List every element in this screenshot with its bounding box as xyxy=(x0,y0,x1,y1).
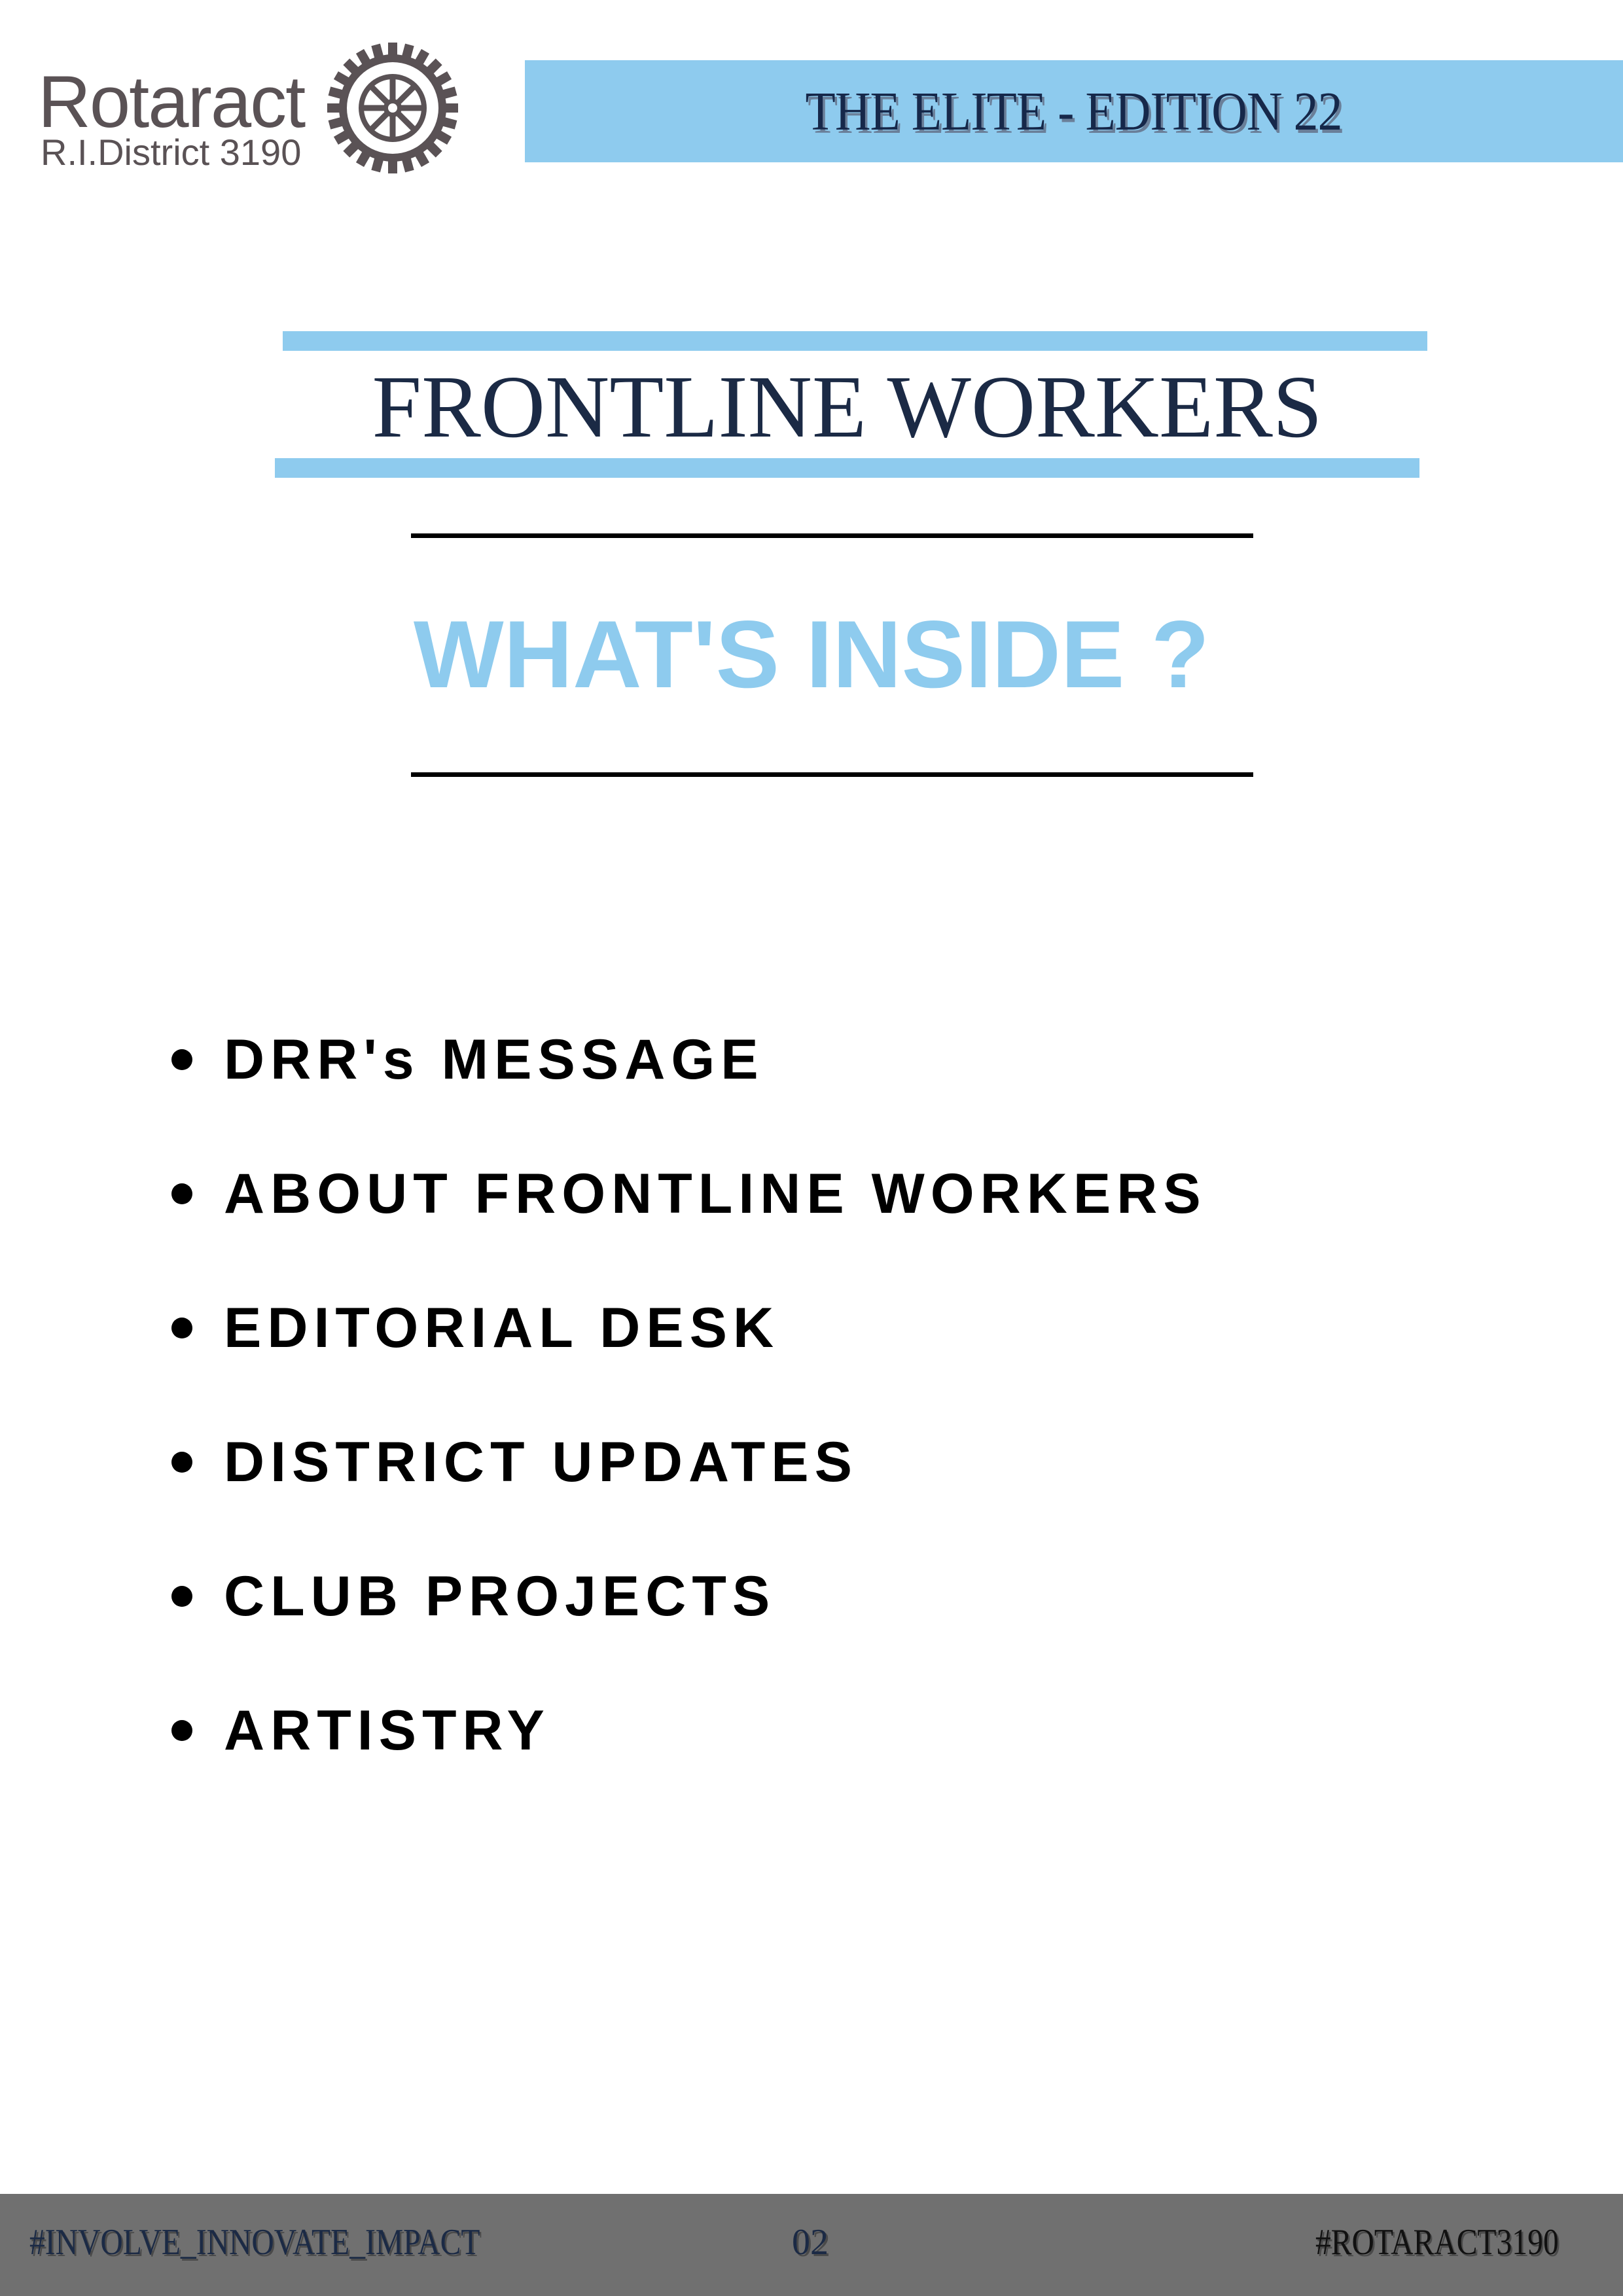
title-band-bottom xyxy=(275,458,1419,478)
bullet-icon xyxy=(171,1049,192,1070)
contents-heading: WHAT'S INSIDE ? xyxy=(413,601,1210,708)
footer-hashtag-left: #INVOLVE_INNOVATE_IMPACT xyxy=(29,2222,480,2263)
bullet-icon xyxy=(171,1586,192,1607)
logo-district: R.I.District 3190 xyxy=(41,132,302,173)
contents-item-label: ARTISTRY xyxy=(224,1699,550,1762)
divider xyxy=(411,533,1253,538)
theme-title: FRONTLINE WORKERS xyxy=(372,358,1323,456)
bullet-icon xyxy=(171,1183,192,1204)
bullet-icon xyxy=(171,1318,192,1338)
edition-title: THE ELITE - EDITION 22 xyxy=(806,81,1343,142)
contents-item: ARTISTRY xyxy=(171,1702,550,1759)
contents-item: EDITORIAL DESK xyxy=(171,1300,779,1356)
bullet-icon xyxy=(171,1452,192,1473)
contents-item: ABOUT FRONTLINE WORKERS xyxy=(171,1166,1207,1222)
contents-item-label: CLUB PROJECTS xyxy=(224,1565,776,1628)
bullet-icon xyxy=(171,1720,192,1741)
contents-item-label: DISTRICT UPDATES xyxy=(224,1431,858,1494)
contents-item: CLUB PROJECTS xyxy=(171,1568,776,1624)
page-number: 02 xyxy=(792,2222,829,2263)
logo-wordmark: Rotaract xyxy=(38,61,306,143)
contents-item-label: ABOUT FRONTLINE WORKERS xyxy=(224,1162,1207,1225)
contents-item: DRR's MESSAGE xyxy=(171,1031,764,1088)
contents-item: DISTRICT UPDATES xyxy=(171,1434,858,1490)
contents-item-label: DRR's MESSAGE xyxy=(224,1028,764,1091)
contents-item-label: EDITORIAL DESK xyxy=(224,1297,780,1359)
divider xyxy=(411,772,1253,777)
rotary-wheel-icon xyxy=(327,43,458,173)
title-band-top xyxy=(283,331,1427,351)
edition-banner: THE ELITE - EDITION 22 xyxy=(525,60,1623,162)
footer-hashtag-right: #ROTARACT3190 xyxy=(1315,2222,1559,2263)
